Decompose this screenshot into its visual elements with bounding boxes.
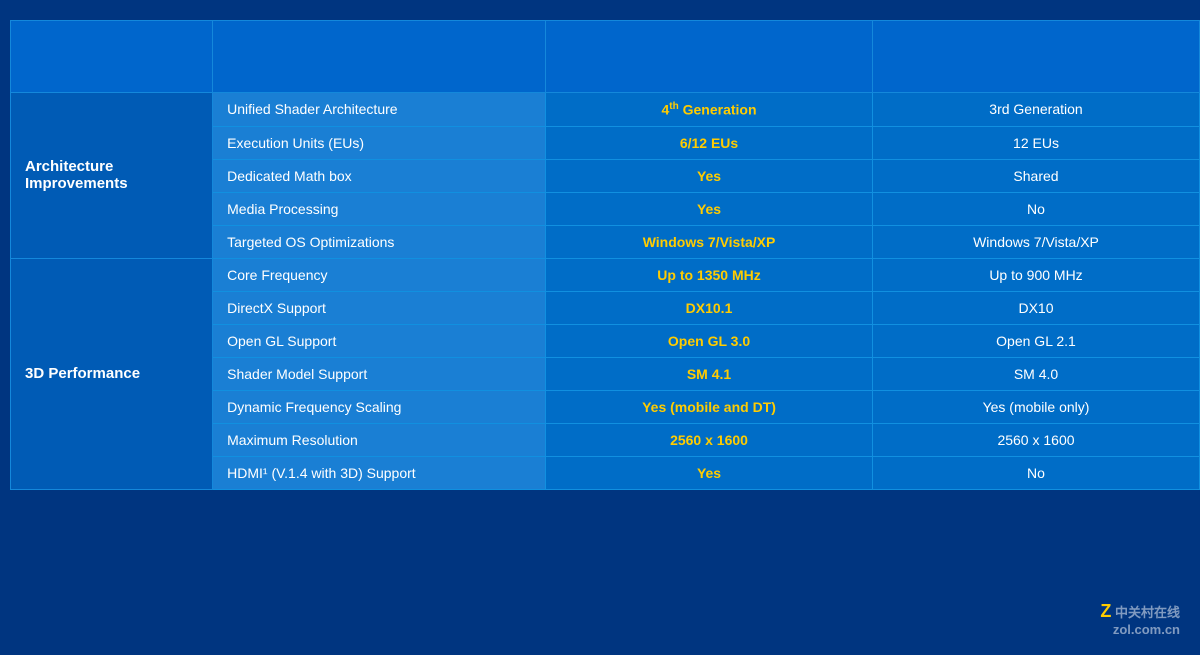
table-body: Architecture ImprovementsUnified Shader … [11, 93, 1200, 490]
header-features [213, 21, 546, 93]
header-gen1 [873, 21, 1200, 93]
value-new-cell: Yes (mobile and DT) [546, 390, 873, 423]
header-category [11, 21, 213, 93]
value-old-cell: Open GL 2.1 [873, 324, 1200, 357]
feature-cell: DirectX Support [213, 291, 546, 324]
value-new-cell: SM 4.1 [546, 357, 873, 390]
value-old-cell: DX10 [873, 291, 1200, 324]
value-old-cell: SM 4.0 [873, 357, 1200, 390]
value-new-cell: 2560 x 1600 [546, 423, 873, 456]
feature-cell: Maximum Resolution [213, 423, 546, 456]
value-new-cell: Yes [546, 456, 873, 489]
watermark: Z 中关村在线zol.com.cn [1100, 601, 1180, 637]
feature-cell: HDMI¹ (V.1.4 with 3D) Support [213, 456, 546, 489]
feature-cell: Media Processing [213, 192, 546, 225]
feature-cell: Core Frequency [213, 258, 546, 291]
feature-cell: Unified Shader Architecture [213, 93, 546, 127]
table-row: 3D PerformanceCore FrequencyUp to 1350 M… [11, 258, 1200, 291]
feature-cell: Dedicated Math box [213, 159, 546, 192]
table-row: Architecture ImprovementsUnified Shader … [11, 93, 1200, 127]
value-old-cell: Shared [873, 159, 1200, 192]
feature-cell: Execution Units (EUs) [213, 126, 546, 159]
category-cell: Architecture Improvements [11, 93, 213, 259]
value-new-cell: Open GL 3.0 [546, 324, 873, 357]
feature-cell: Targeted OS Optimizations [213, 225, 546, 258]
header-gen2 [546, 21, 873, 93]
feature-cell: Open GL Support [213, 324, 546, 357]
value-new-cell: Windows 7/Vista/XP [546, 225, 873, 258]
value-new-cell: DX10.1 [546, 291, 873, 324]
feature-cell: Dynamic Frequency Scaling [213, 390, 546, 423]
value-old-cell: Windows 7/Vista/XP [873, 225, 1200, 258]
value-new-cell: 6/12 EUs [546, 126, 873, 159]
comparison-table: Architecture ImprovementsUnified Shader … [10, 20, 1200, 490]
category-cell: 3D Performance [11, 258, 213, 489]
value-new-cell: Yes [546, 192, 873, 225]
value-new-cell: Up to 1350 MHz [546, 258, 873, 291]
value-new-cell: 4th Generation [546, 93, 873, 127]
value-old-cell: Up to 900 MHz [873, 258, 1200, 291]
value-old-cell: 3rd Generation [873, 93, 1200, 127]
value-old-cell: Yes (mobile only) [873, 390, 1200, 423]
value-new-cell: Yes [546, 159, 873, 192]
value-old-cell: 2560 x 1600 [873, 423, 1200, 456]
header-row [11, 21, 1200, 93]
value-old-cell: 12 EUs [873, 126, 1200, 159]
value-old-cell: No [873, 456, 1200, 489]
value-old-cell: No [873, 192, 1200, 225]
feature-cell: Shader Model Support [213, 357, 546, 390]
